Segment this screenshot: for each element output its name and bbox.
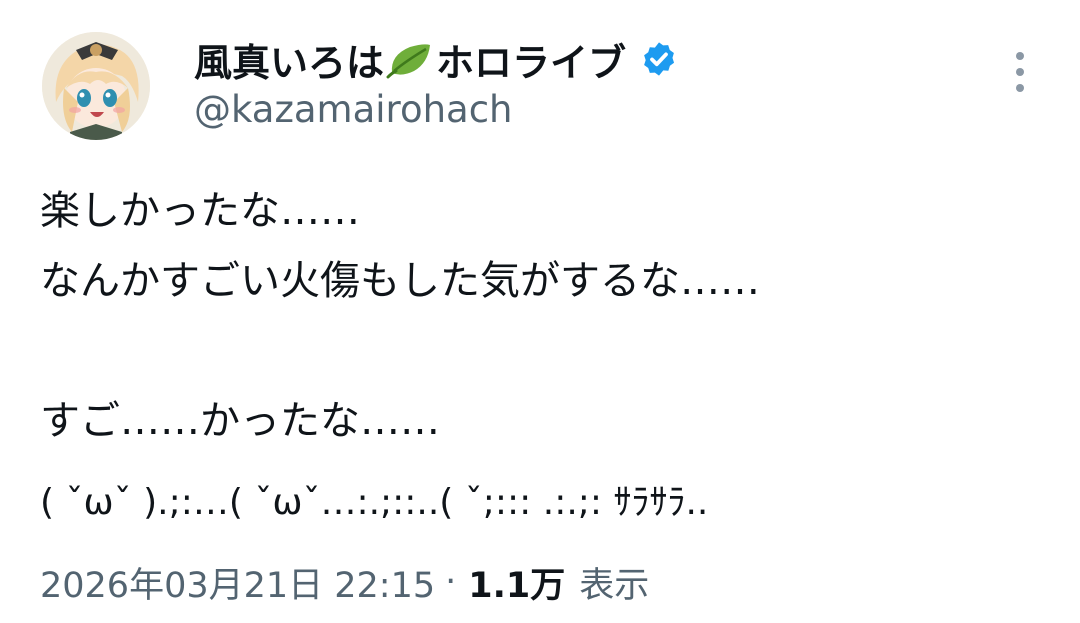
tweet-text: 楽しかったな…… なんかすごい火傷もした気がするな…… すご……かったな…… (… bbox=[40, 176, 1040, 550]
views-count[interactable]: 1.1万 bbox=[468, 557, 565, 608]
more-vertical-icon[interactable] bbox=[1004, 48, 1036, 96]
tweet-meta: 2026年03月21日 22:15 · 1.1万 表示 bbox=[40, 556, 649, 608]
tweet-timestamp[interactable]: 2026年03月21日 22:15 bbox=[40, 557, 435, 608]
tweet-text-kaomoji-line: ( ˇωˇ ).;:…( ˇωˇ…:.;::..( ˇ;::: .:.;: ｻﾗ… bbox=[40, 482, 709, 523]
tweet-card: 風真いろは ホロライブ @kazamairohach 楽しかったな…… なんかす… bbox=[0, 0, 1080, 623]
meta-separator: · bbox=[445, 562, 457, 602]
avatar-image bbox=[42, 32, 150, 140]
tweet-text-line: すご……かったな…… bbox=[40, 398, 440, 444]
views-label[interactable]: 表示 bbox=[579, 557, 649, 608]
author-display-name-suffix[interactable]: ホロライブ bbox=[436, 32, 626, 87]
leaf-icon bbox=[386, 39, 434, 79]
avatar[interactable] bbox=[42, 32, 150, 140]
tweet-text-line: なんかすごい火傷もした気がするな…… bbox=[40, 258, 760, 304]
more-dot bbox=[1016, 52, 1024, 60]
author-display-name[interactable]: 風真いろは bbox=[194, 32, 384, 87]
author-name-row[interactable]: 風真いろは ホロライブ bbox=[194, 36, 678, 85]
author-handle[interactable]: @kazamairohach bbox=[194, 88, 513, 131]
more-dot bbox=[1016, 84, 1024, 92]
tweet-text-line: 楽しかったな…… bbox=[40, 188, 360, 234]
more-dot bbox=[1016, 68, 1024, 76]
verified-badge-icon[interactable] bbox=[640, 40, 678, 78]
